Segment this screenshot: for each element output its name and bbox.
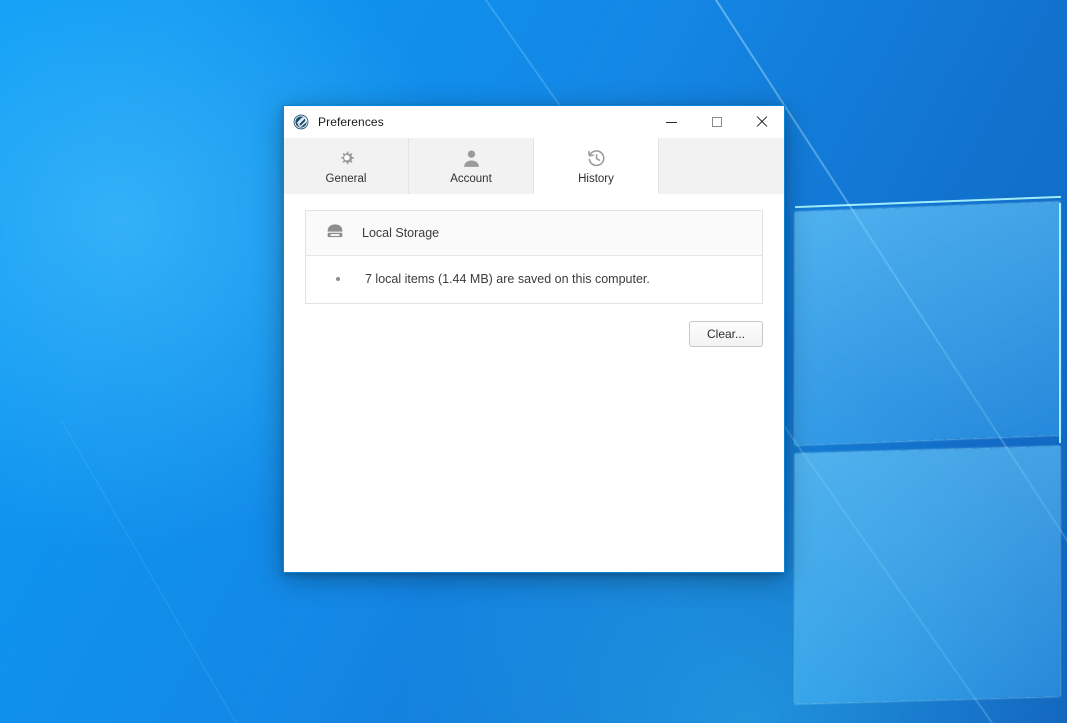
title-bar[interactable]: Preferences	[284, 106, 784, 138]
windows-logo-pane	[795, 201, 1060, 446]
tab-account[interactable]: Account	[409, 138, 534, 194]
local-storage-header: Local Storage	[306, 211, 762, 256]
window-title: Preferences	[318, 115, 384, 129]
tab-history[interactable]: History	[534, 138, 659, 194]
tab-general[interactable]: General	[284, 138, 409, 194]
local-storage-body: 7 local items (1.44 MB) are saved on thi…	[306, 256, 762, 303]
maximize-button[interactable]	[694, 106, 739, 138]
windows-logo-pane	[795, 446, 1060, 704]
local-storage-title: Local Storage	[362, 226, 440, 240]
windows-logo	[795, 195, 1067, 704]
tab-general-label: General	[325, 173, 367, 185]
paperclip-circle-icon	[293, 114, 309, 130]
tab-account-label: Account	[450, 173, 492, 185]
tab-strip: General Account History	[284, 138, 784, 194]
tab-strip-filler	[659, 138, 784, 194]
preferences-window: Preferences General Account History Loca…	[283, 105, 785, 573]
bullet-icon	[336, 277, 340, 281]
minimize-icon	[666, 121, 677, 123]
hard-drive-icon	[325, 223, 345, 244]
history-pane: Local Storage 7 local items (1.44 MB) ar…	[284, 194, 784, 572]
list-item: 7 local items (1.44 MB) are saved on thi…	[325, 271, 743, 287]
close-icon	[756, 116, 768, 128]
local-storage-panel: Local Storage 7 local items (1.44 MB) ar…	[305, 210, 763, 304]
user-icon	[461, 147, 482, 169]
history-clock-icon	[586, 147, 607, 169]
tab-history-label: History	[578, 172, 614, 185]
minimize-button[interactable]	[649, 106, 694, 138]
clear-button[interactable]: Clear...	[689, 321, 763, 347]
maximize-icon	[711, 117, 722, 127]
desktop: Preferences General Account History Loca…	[0, 0, 1067, 723]
gear-icon	[336, 147, 357, 169]
action-row: Clear...	[305, 321, 763, 347]
window-controls	[649, 106, 784, 138]
local-items-summary: 7 local items (1.44 MB) are saved on thi…	[365, 272, 650, 286]
windows-logo-edge	[1059, 203, 1061, 443]
close-button[interactable]	[739, 106, 784, 138]
